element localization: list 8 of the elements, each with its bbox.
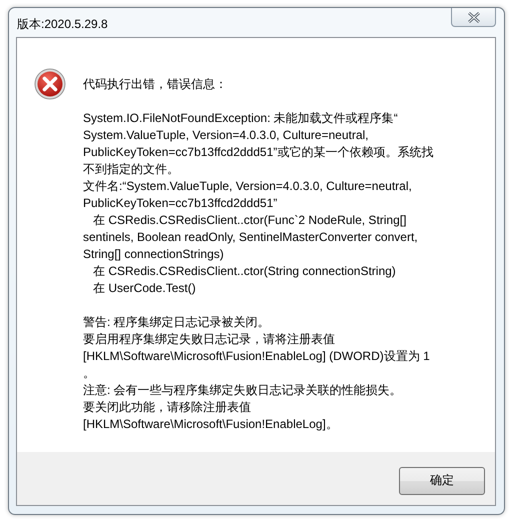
close-icon — [466, 12, 480, 22]
error-details: 警告: 程序集绑定日志记录被关闭。 要启用程序集绑定失败日志记录，请将注册表值 [HKLM\Software\Microsoft\Fusion!EnableLog] (DWORD)设置为 1 。 注意: 会有一些与程序集绑定失败日志记录关联的性能损失。 要关闭此功能，请移除注册表值 [HKLM\Software\Microsoft\Fusion!EnableLog]。 — [83, 314, 431, 433]
error-details: System.IO.FileNotFoundException: 未能加载文件或程序集“ System.ValueTuple, Version=4.0.3.0, Culture=neutral, PublicKeyToken=cc7b13ffcd2ddd51”或它的某一个依赖项。系统找 不到指定的文件。 文件名:“System.ValueTuple, Version=4.0.3.0, Culture=neutral, PublicKeyToken=cc7b13ffcd2ddd51” 在 CSRedis.CSRedisClient..ctor(Func`2 NodeRule, String[] sentinels, Boolean readOnly, SentinelMasterConverter convert, String[] connectionStrings) 在 CSRedis.CSRedisClient..ctor(String connectionString) 在 UserCode.Test() — [83, 110, 434, 297]
window-title: 版本:2020.5.29.8 — [17, 16, 109, 33]
ok-button[interactable]: 确定 — [399, 466, 485, 494]
close-button[interactable] — [451, 8, 496, 27]
error-icon — [34, 68, 66, 100]
error-heading: 代码执行出错，错误信息： — [83, 76, 228, 93]
